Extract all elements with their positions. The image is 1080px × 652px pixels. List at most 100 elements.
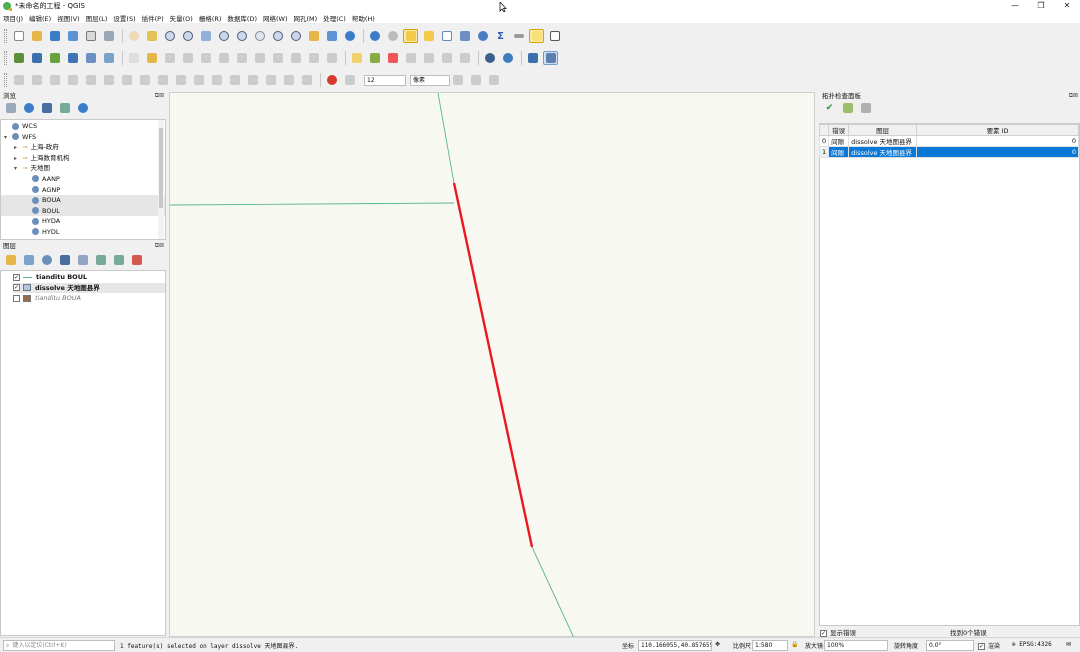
zoom-layer-icon[interactable] — [234, 29, 249, 43]
add-wms-layer-icon[interactable] — [83, 51, 98, 65]
refresh-icon[interactable] — [342, 29, 357, 43]
layer-item[interactable]: ✓ tianditu BOUL — [13, 272, 165, 283]
select-features-icon[interactable] — [403, 29, 418, 43]
add-ring-icon[interactable] — [173, 73, 188, 87]
table-row[interactable]: 0 间隙 dissolve 天地图县界 0 — [818, 135, 1079, 147]
filter-browser-icon[interactable] — [39, 101, 54, 115]
menu-settings[interactable]: 设置(S) — [113, 13, 135, 23]
toggle-editing-icon[interactable] — [144, 51, 159, 65]
locator-search-input[interactable]: ⌕ 键入以定位(Ctrl+K) — [3, 640, 115, 651]
toolbar-grip[interactable] — [4, 29, 7, 43]
add-group-icon[interactable] — [21, 253, 36, 267]
maximize-button[interactable]: ❐ — [1030, 0, 1052, 12]
browser-item[interactable]: BOUL — [1, 205, 165, 217]
python-console-icon[interactable] — [500, 51, 515, 65]
browser-scrollbar[interactable] — [158, 120, 164, 239]
remove-layer-icon[interactable] — [129, 253, 144, 267]
expand-all-icon[interactable] — [93, 253, 108, 267]
current-edits-icon[interactable] — [126, 51, 141, 65]
fill-symbol-icon[interactable] — [23, 294, 31, 302]
menu-project[interactable]: 项目(J) — [3, 13, 23, 23]
browser-item[interactable]: ▾ ⊸ 天地图 — [1, 163, 165, 174]
column-header-layer[interactable]: 图层 — [848, 124, 918, 136]
label-icon[interactable] — [349, 51, 364, 65]
panel-float-close-icon[interactable]: ⧉⊠ — [155, 242, 164, 250]
plugin-icon[interactable] — [525, 51, 540, 65]
attribute-table-icon[interactable] — [439, 29, 454, 43]
collapse-all-layers-icon[interactable] — [111, 253, 126, 267]
layer-item[interactable]: tianditu BOUA — [13, 293, 165, 304]
map-tips-icon[interactable] — [529, 29, 544, 43]
info-icon[interactable] — [75, 101, 90, 115]
delete-ring-icon[interactable] — [227, 73, 242, 87]
label-rotate-icon[interactable] — [439, 51, 454, 65]
redo-icon[interactable] — [324, 51, 339, 65]
delete-selected-icon[interactable] — [234, 51, 249, 65]
data-source-manager-icon[interactable] — [11, 51, 26, 65]
label-style-icon[interactable] — [367, 51, 382, 65]
layer-cell[interactable]: dissolve 天地图县界 — [848, 146, 918, 158]
add-raster-layer-icon[interactable] — [65, 51, 80, 65]
browser-item[interactable]: ▸ ⊸ 上海数育机构 — [1, 153, 165, 164]
label-hide-icon[interactable] — [403, 51, 418, 65]
feature-id-cell[interactable]: 0 — [916, 135, 1079, 147]
snap-vertex-icon[interactable] — [342, 73, 357, 87]
table-row-selected[interactable]: 1 间隙 dissolve 天地图县界 0 — [818, 146, 1079, 158]
column-header-error[interactable]: 错误 — [828, 124, 850, 136]
rotate-feature-icon[interactable] — [137, 73, 152, 87]
collapse-all-icon[interactable] — [57, 101, 72, 115]
zoom-next-icon[interactable] — [288, 29, 303, 43]
scale-combobox[interactable]: 1:580 — [752, 640, 788, 651]
render-checkbox[interactable]: ✓ — [978, 643, 985, 650]
browser-item[interactable]: AANP — [1, 174, 165, 185]
panel-float-close-icon[interactable]: ⧉⊠ — [1069, 92, 1078, 100]
zoom-out-icon[interactable] — [180, 29, 195, 43]
menu-mesh[interactable]: 网孔(M) — [294, 13, 318, 23]
menu-vector[interactable]: 矢量(O) — [170, 13, 193, 23]
move-feature-icon[interactable] — [119, 73, 134, 87]
browser-item[interactable]: BOUA — [1, 195, 165, 206]
layer-visibility-checkbox[interactable]: ✓ — [13, 273, 20, 281]
zoom-in-icon[interactable] — [162, 29, 177, 43]
snap-unit-select[interactable]: 像素 — [410, 74, 450, 86]
save-as-icon[interactable] — [65, 29, 80, 43]
add-rectangle-icon[interactable] — [83, 73, 98, 87]
zoom-selection-icon[interactable] — [216, 29, 231, 43]
open-styling-icon[interactable] — [3, 253, 18, 267]
crs-button[interactable]: ⊕ EPSG:4326 — [1012, 641, 1052, 648]
show-errors-checkbox[interactable]: ✓ — [820, 629, 827, 637]
validate-extent-icon[interactable] — [840, 101, 855, 115]
minimize-button[interactable]: — — [1004, 0, 1026, 12]
lock-scale-icon[interactable]: 🔒 — [791, 641, 798, 648]
configure-rules-icon[interactable] — [858, 101, 873, 115]
error-type-cell[interactable]: 间隙 — [828, 146, 850, 158]
layer-visibility-checkbox[interactable] — [13, 294, 20, 302]
identify-features-icon[interactable] — [367, 29, 382, 43]
add-vector-layer-icon[interactable] — [47, 51, 62, 65]
filter-expression-icon[interactable] — [75, 253, 90, 267]
show-bookmarks-icon[interactable] — [324, 29, 339, 43]
menu-edit[interactable]: 编辑(E) — [29, 13, 51, 23]
menu-web[interactable]: 网络(W) — [263, 13, 288, 23]
rotation-spinbox[interactable]: 0.0° — [926, 640, 974, 651]
label-change-icon[interactable] — [457, 51, 472, 65]
deselect-icon[interactable] — [421, 29, 436, 43]
pan-to-selection-icon[interactable] — [144, 29, 159, 43]
measure-icon[interactable] — [511, 29, 526, 43]
zoom-native-icon[interactable] — [252, 29, 267, 43]
add-circle-icon[interactable] — [47, 73, 62, 87]
new-project-icon[interactable] — [11, 29, 26, 43]
paste-features-icon[interactable] — [288, 51, 303, 65]
zoom-full-icon[interactable] — [198, 29, 213, 43]
new-layer-icon[interactable] — [29, 51, 44, 65]
add-wfs-layer-icon[interactable] — [101, 51, 116, 65]
print-layout-icon[interactable] — [83, 29, 98, 43]
digitize-icon[interactable] — [180, 51, 195, 65]
modify-attributes-icon[interactable] — [216, 51, 231, 65]
browser-item[interactable]: ▾ WFS — [1, 132, 165, 143]
menu-plugins[interactable]: 插件(P) — [142, 13, 164, 23]
line-symbol-icon[interactable] — [23, 276, 32, 278]
tracing-icon[interactable] — [486, 73, 501, 87]
browser-item[interactable]: HYDL — [1, 227, 165, 238]
delete-part-icon[interactable] — [245, 73, 260, 87]
